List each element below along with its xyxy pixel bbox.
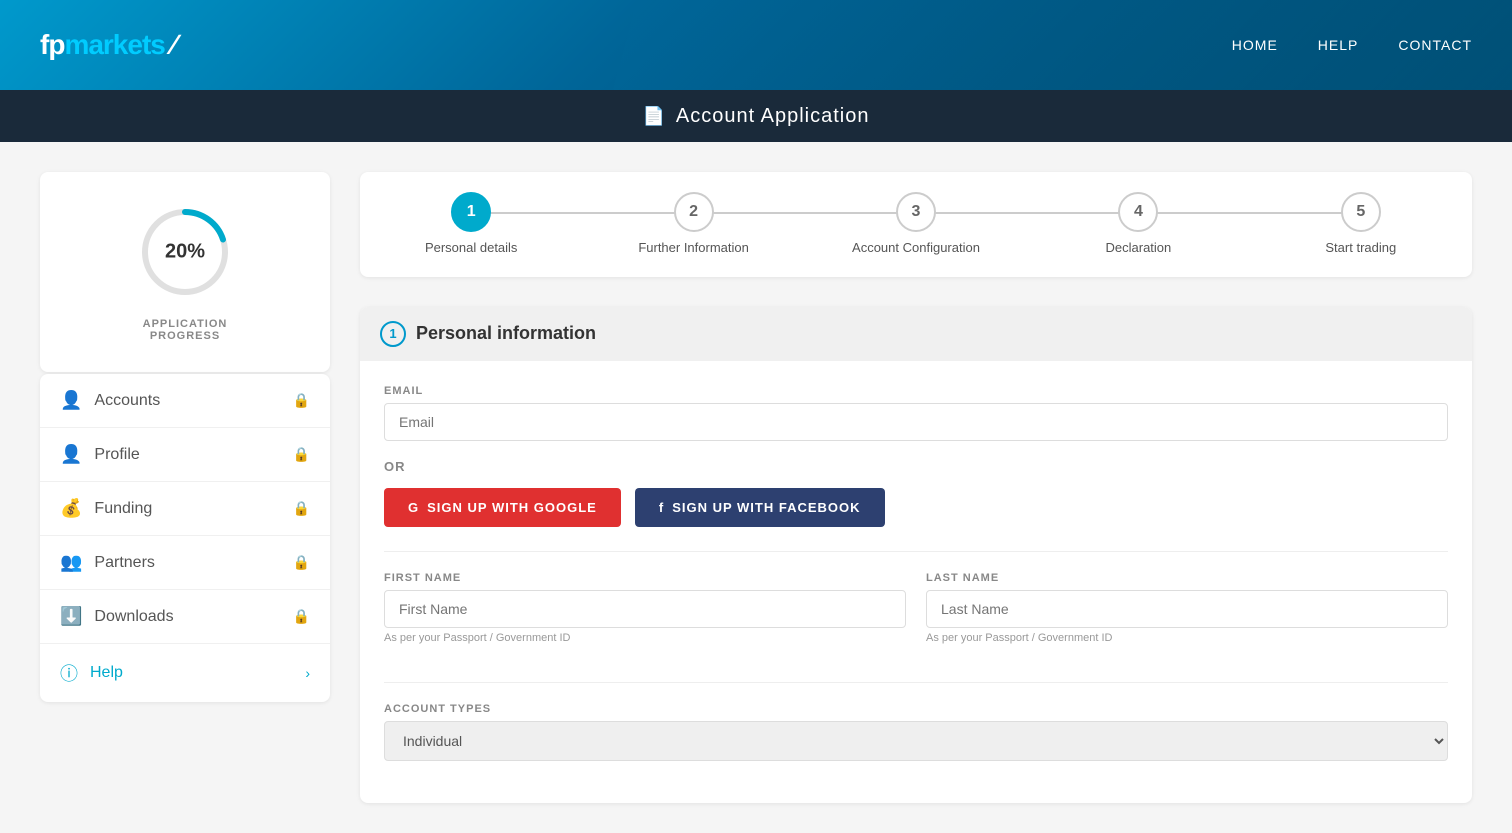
step-5: 5 Start trading bbox=[1250, 192, 1472, 257]
email-label: EMAIL bbox=[384, 385, 1448, 397]
google-signup-button[interactable]: G SIGN UP WITH GOOGLE bbox=[384, 488, 621, 527]
email-group: EMAIL bbox=[384, 385, 1448, 441]
profile-lock-icon: 🔒 bbox=[293, 446, 310, 463]
nav-contact[interactable]: CONTACT bbox=[1398, 37, 1472, 53]
accounts-icon: 👤 bbox=[60, 390, 82, 411]
progress-card: 20% APPLICATIONPROGRESS bbox=[40, 172, 330, 372]
last-name-group: LAST NAME As per your Passport / Governm… bbox=[926, 572, 1448, 644]
main-content: 1 Personal details 2 Further Information… bbox=[360, 172, 1472, 803]
account-types-group: ACCOUNT TYPES Individual Corporate Joint bbox=[384, 703, 1448, 761]
main-layout: 20% APPLICATIONPROGRESS 👤 Accounts 🔒 👤 P… bbox=[0, 142, 1512, 833]
step-4-label: Declaration bbox=[1106, 240, 1172, 257]
step-2-circle: 2 bbox=[674, 192, 714, 232]
first-name-hint: As per your Passport / Government ID bbox=[384, 632, 906, 644]
sidebar-item-accounts[interactable]: 👤 Accounts 🔒 bbox=[40, 374, 330, 428]
progress-label: APPLICATIONPROGRESS bbox=[143, 318, 228, 342]
funding-icon: 💰 bbox=[60, 498, 82, 519]
main-nav: HOME HELP CONTACT bbox=[1232, 37, 1472, 53]
sidebar-label-profile: Profile bbox=[94, 446, 139, 464]
step-4: 4 Declaration bbox=[1027, 192, 1249, 257]
first-name-label: FIRST NAME bbox=[384, 572, 906, 584]
google-icon: G bbox=[408, 500, 419, 515]
sidebar-item-partners[interactable]: 👥 Partners 🔒 bbox=[40, 536, 330, 590]
step-5-circle: 5 bbox=[1341, 192, 1381, 232]
sidebar-item-profile[interactable]: 👤 Profile 🔒 bbox=[40, 428, 330, 482]
first-name-input[interactable] bbox=[384, 590, 906, 628]
or-divider: OR bbox=[384, 459, 1448, 474]
sidebar-label-help: Help bbox=[90, 664, 123, 682]
help-chevron-icon: › bbox=[305, 665, 310, 681]
account-types-label: ACCOUNT TYPES bbox=[384, 703, 1448, 715]
sidebar-item-help[interactable]: ⓘ Help › bbox=[40, 644, 330, 702]
page-title-bar: 📄 Account Application bbox=[0, 90, 1512, 142]
social-buttons: G SIGN UP WITH GOOGLE f SIGN UP WITH FAC… bbox=[384, 488, 1448, 527]
form-body: EMAIL OR G SIGN UP WITH GOOGLE f SIGN UP… bbox=[360, 361, 1472, 803]
email-input[interactable] bbox=[384, 403, 1448, 441]
downloads-lock-icon: 🔒 bbox=[293, 608, 310, 625]
progress-circle: 20% bbox=[135, 202, 235, 302]
section-header: 1 Personal information bbox=[360, 307, 1472, 361]
header: fpmarkets ∕ HOME HELP CONTACT bbox=[0, 0, 1512, 90]
step-2: 2 Further Information bbox=[582, 192, 804, 257]
nav-home[interactable]: HOME bbox=[1232, 37, 1278, 53]
first-name-group: FIRST NAME As per your Passport / Govern… bbox=[384, 572, 906, 644]
facebook-icon: f bbox=[659, 500, 664, 515]
step-1-circle: 1 bbox=[451, 192, 491, 232]
profile-icon: 👤 bbox=[60, 444, 82, 465]
step-4-circle: 4 bbox=[1118, 192, 1158, 232]
logo: fpmarkets ∕ bbox=[40, 29, 175, 61]
step-5-label: Start trading bbox=[1325, 240, 1396, 257]
help-icon: ⓘ bbox=[60, 660, 78, 686]
document-icon: 📄 bbox=[643, 106, 666, 127]
sidebar-item-funding[interactable]: 💰 Funding 🔒 bbox=[40, 482, 330, 536]
accounts-lock-icon: 🔒 bbox=[293, 392, 310, 409]
facebook-signup-button[interactable]: f SIGN UP WITH FACEBOOK bbox=[635, 488, 885, 527]
name-fields: FIRST NAME As per your Passport / Govern… bbox=[384, 572, 1448, 662]
sidebar-item-downloads[interactable]: ⬇️ Downloads 🔒 bbox=[40, 590, 330, 644]
last-name-hint: As per your Passport / Government ID bbox=[926, 632, 1448, 644]
step-2-label: Further Information bbox=[638, 240, 749, 257]
sidebar-nav: 👤 Accounts 🔒 👤 Profile 🔒 💰 Funding 🔒 bbox=[40, 374, 330, 702]
last-name-input[interactable] bbox=[926, 590, 1448, 628]
section-title: Personal information bbox=[416, 323, 596, 344]
page-title: Account Application bbox=[676, 105, 870, 128]
funding-lock-icon: 🔒 bbox=[293, 500, 310, 517]
section-number: 1 bbox=[380, 321, 406, 347]
step-3-circle: 3 bbox=[896, 192, 936, 232]
downloads-icon: ⬇️ bbox=[60, 606, 82, 627]
sidebar-label-partners: Partners bbox=[94, 554, 154, 572]
partners-icon: 👥 bbox=[60, 552, 82, 573]
nav-help[interactable]: HELP bbox=[1318, 37, 1359, 53]
sidebar-label-funding: Funding bbox=[94, 500, 152, 518]
step-3: 3 Account Configuration bbox=[805, 192, 1027, 257]
step-3-label: Account Configuration bbox=[852, 240, 980, 257]
last-name-label: LAST NAME bbox=[926, 572, 1448, 584]
step-1-label: Personal details bbox=[425, 240, 518, 257]
form-divider-2 bbox=[384, 682, 1448, 683]
account-types-select[interactable]: Individual Corporate Joint bbox=[384, 721, 1448, 761]
stepper: 1 Personal details 2 Further Information… bbox=[360, 172, 1472, 277]
sidebar-label-accounts: Accounts bbox=[94, 392, 160, 410]
sidebar: 20% APPLICATIONPROGRESS 👤 Accounts 🔒 👤 P… bbox=[40, 172, 330, 803]
form-divider bbox=[384, 551, 1448, 552]
progress-percent: 20% bbox=[165, 241, 205, 264]
partners-lock-icon: 🔒 bbox=[293, 554, 310, 571]
sidebar-label-downloads: Downloads bbox=[94, 608, 173, 626]
personal-information-section: 1 Personal information EMAIL OR G SIGN U… bbox=[360, 307, 1472, 803]
step-1: 1 Personal details bbox=[360, 192, 582, 257]
